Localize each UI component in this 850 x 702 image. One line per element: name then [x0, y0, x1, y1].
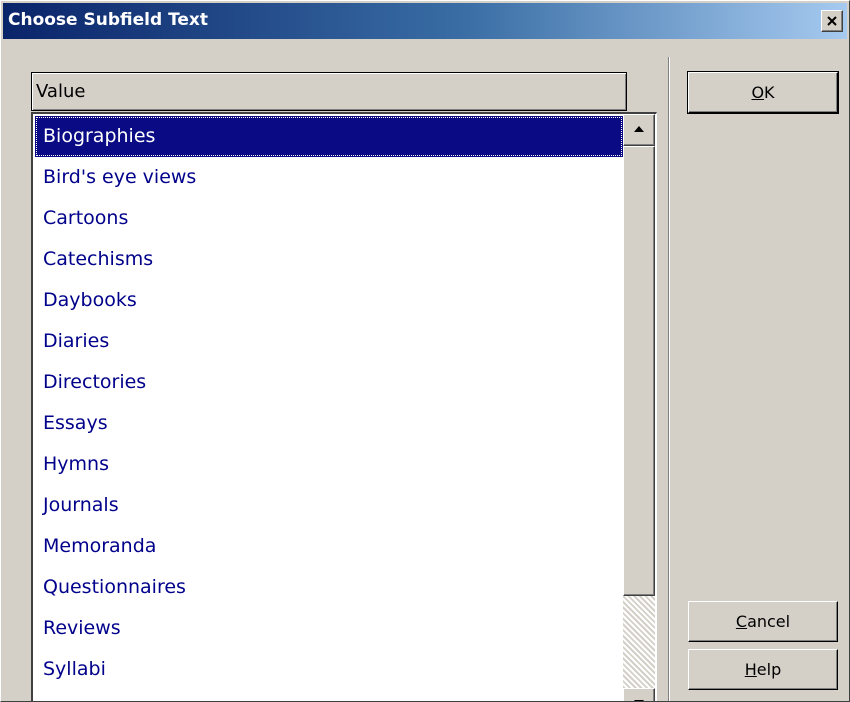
list-item[interactable]: Directories: [35, 362, 623, 403]
scroll-up-button[interactable]: [623, 114, 655, 146]
list-item[interactable]: Diaries: [35, 321, 623, 362]
help-rest: elp: [756, 660, 782, 679]
ok-button-label: OK: [751, 83, 774, 102]
column-header-value[interactable]: Value: [31, 72, 627, 111]
arrow-up-icon: [634, 126, 644, 132]
cancel-mnemonic: C: [735, 612, 748, 631]
list-item[interactable]: Essays: [35, 403, 623, 444]
scroll-track[interactable]: [623, 596, 655, 688]
vertical-scrollbar[interactable]: [623, 114, 655, 701]
scroll-down-button[interactable]: [623, 688, 655, 701]
cancel-button[interactable]: Cancel: [688, 601, 838, 642]
window-title: Choose Subfield Text: [8, 10, 209, 30]
list-item[interactable]: Hymns: [35, 444, 623, 485]
list-item[interactable]: Cartoons: [35, 198, 623, 239]
value-list[interactable]: Biographies Bird's eye views Cartoons Catec…: [31, 112, 657, 701]
list-item[interactable]: Syllabi: [35, 649, 623, 690]
list-item[interactable]: Biographies: [35, 116, 623, 157]
close-button[interactable]: [821, 10, 843, 32]
list-items: Biographies Bird's eye views Cartoons Catec…: [35, 116, 623, 690]
panel-divider: [668, 57, 670, 701]
cancel-rest: ancel: [747, 612, 791, 631]
value-list-panel: Value Biographies Bird's eye views Cartoon…: [31, 72, 657, 701]
column-header-label: Value: [36, 81, 86, 102]
ok-mnemonic: O: [751, 83, 765, 102]
list-item[interactable]: Memoranda: [35, 526, 623, 567]
help-button[interactable]: Help: [688, 649, 838, 690]
choose-subfield-dialog: Choose Subfield Text Value Biographies Bi…: [0, 0, 850, 702]
list-item[interactable]: Catechisms: [35, 239, 623, 280]
list-item[interactable]: Questionnaires: [35, 567, 623, 608]
help-button-label: Help: [745, 660, 781, 679]
list-item[interactable]: Journals: [35, 485, 623, 526]
list-item[interactable]: Bird's eye views: [35, 157, 623, 198]
close-icon: [827, 16, 837, 26]
scroll-thumb[interactable]: [623, 146, 655, 596]
ok-button[interactable]: OK: [687, 71, 839, 114]
list-item[interactable]: Reviews: [35, 608, 623, 649]
list-item[interactable]: Daybooks: [35, 280, 623, 321]
help-mnemonic: H: [744, 660, 757, 679]
ok-rest: K: [764, 83, 775, 102]
cancel-button-label: Cancel: [736, 612, 790, 631]
title-bar[interactable]: Choose Subfield Text: [3, 3, 847, 39]
